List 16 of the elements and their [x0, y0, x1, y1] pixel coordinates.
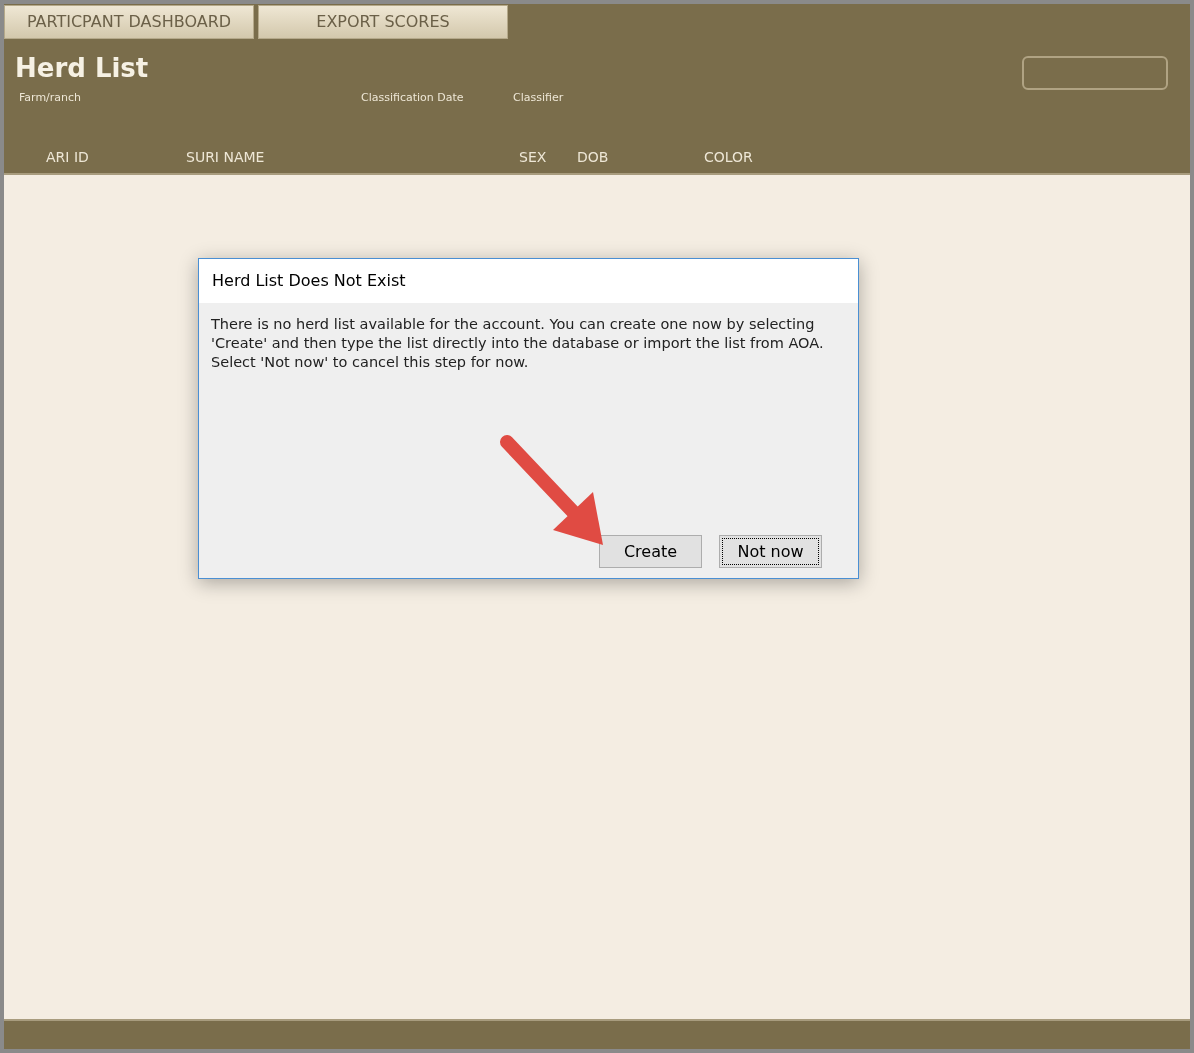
column-header[interactable]: SEX — [519, 148, 547, 165]
column-header[interactable]: ARI ID — [46, 148, 89, 165]
page-title: Herd List — [14, 52, 149, 85]
column-header[interactable]: COLOR — [704, 148, 753, 165]
field-label: Classifier — [513, 91, 564, 104]
nav-tab[interactable]: PARTICPANT DASHBOARD — [4, 5, 254, 39]
dialog-message: There is no herd list available for the account. You can create one now by selecting 'Create' and then type the list directly into the database or import the list from AOA. Select 'Not now' to cancel this step for now. — [210, 315, 825, 372]
dialog-button[interactable]: Not now — [719, 535, 822, 568]
column-header[interactable]: SURI NAME — [186, 148, 265, 165]
field-label: Farm/ranch — [19, 91, 82, 104]
nav-tab[interactable]: EXPORT SCORES — [258, 5, 508, 39]
column-header[interactable]: DOB — [577, 148, 609, 165]
dialog-button[interactable]: Create — [599, 535, 702, 568]
dialog-title: Herd List Does Not Exist — [212, 270, 406, 292]
search-field[interactable] — [1022, 56, 1168, 90]
field-label: Classification Date — [361, 91, 464, 104]
